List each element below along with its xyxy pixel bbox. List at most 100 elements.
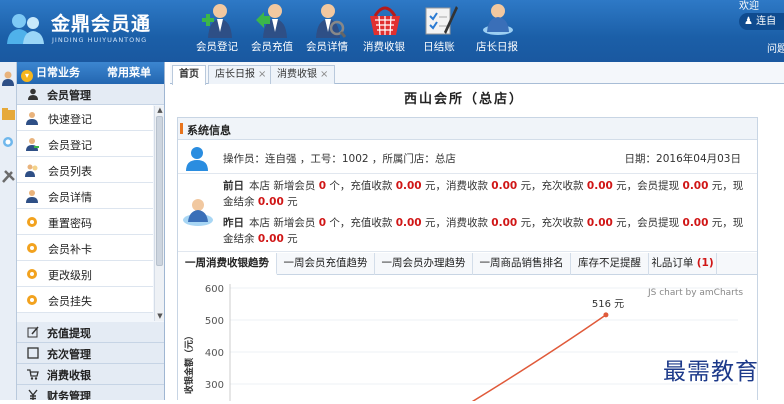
data-label: 516 元 — [592, 299, 624, 310]
yesterday-summary: 昨日 本店 新增会员 0 个，充值收款 0.00 元，消费收款 0.00 元，充次… — [223, 215, 753, 247]
menu-item-member-detail[interactable]: 会员详情 — [17, 183, 153, 209]
user-icon — [28, 88, 38, 100]
toolbar-member-register-button[interactable]: 会员登记 — [190, 2, 244, 60]
chart-tab-low-stock[interactable]: 库存不足提醒 — [571, 253, 649, 275]
chart-tab-gift-orders[interactable]: 礼品订单 (1) — [649, 253, 717, 275]
chevron-down-icon: ▾ — [21, 70, 33, 82]
y-axis-label: 收银金额（元） — [183, 331, 195, 394]
checkbox-icon — [27, 347, 39, 359]
tab-label: 首页 — [179, 69, 199, 80]
recharge-value: 0.00 — [395, 180, 422, 192]
y-tick-label: 400 — [205, 348, 224, 359]
gear-icon — [27, 243, 37, 253]
toolbar-checkout-button[interactable]: 消费收银 — [357, 2, 411, 60]
summary-text: 金结余 — [223, 196, 255, 208]
scroll-down-icon[interactable]: ▼ — [156, 312, 164, 320]
summary-text: 元，消费收款 — [424, 217, 488, 229]
menu-item-reset-password[interactable]: 重置密码 — [17, 209, 153, 235]
menu-item-label: 重置密码 — [48, 217, 92, 230]
menu-group-recharge[interactable]: 充值提现 — [17, 322, 164, 343]
user-name-badge[interactable]: ♟ 连自 — [739, 13, 784, 30]
menu-item-report-loss[interactable]: 会员挂失 — [17, 287, 153, 313]
toolbar-label: 会员详情 — [306, 41, 348, 53]
menu-group-checkout[interactable]: 消费收银 — [17, 364, 164, 385]
summary-text: 元 — [287, 233, 298, 245]
brand-name: 金鼎会员通 — [51, 13, 152, 35]
menu-item-label: 会员列表 — [48, 165, 92, 178]
user-add-icon — [26, 138, 39, 151]
menu-group-member[interactable]: 会员管理 — [17, 84, 164, 105]
menu-group-finance[interactable]: 财务管理 — [17, 385, 164, 400]
report-avatar-icon — [183, 199, 213, 226]
users-module-icon[interactable] — [1, 136, 16, 152]
menu-group-label: 会员管理 — [47, 89, 91, 102]
summary-text: 本店 新增会员 — [249, 180, 316, 192]
toolbar-label: 店长日报 — [476, 41, 518, 53]
scroll-thumb[interactable] — [156, 116, 163, 266]
menu-tab-daily[interactable]: ▾ 日常业务 — [21, 62, 80, 84]
tab-manager-report[interactable]: 店长日报 × — [208, 65, 274, 84]
summary-label: 前日 — [223, 180, 244, 192]
tab-checkout[interactable]: 消费收银 × — [270, 65, 336, 84]
menu-group-label: 充值提现 — [47, 327, 91, 340]
chart-tab-weekly-sales[interactable]: 一周消费收银趋势 — [178, 253, 277, 275]
toolbar-label: 会员充值 — [251, 41, 293, 53]
withdraw-value: 0.00 — [682, 217, 709, 229]
gear-icon — [27, 269, 37, 279]
menu-group-times[interactable]: 充次管理 — [17, 343, 164, 364]
menu-item-label: 更改级别 — [48, 269, 92, 282]
cash-value: 0.00 — [257, 196, 284, 208]
menu-item-replace-card[interactable]: 会员补卡 — [17, 235, 153, 261]
menu-item-label: 会员补卡 — [48, 243, 92, 256]
user-add-icon — [202, 4, 232, 38]
user-icon: ♟ — [744, 16, 753, 27]
tools-module-icon[interactable] — [1, 168, 16, 184]
summary-text: 元，会员提现 — [616, 217, 680, 229]
operator-row: 操作员：连自强 ，工号：1002 ，所属门店：总店 日期：2016年04月03日 — [178, 141, 757, 174]
times-value: 0.00 — [586, 217, 613, 229]
menu-tab-common[interactable]: 常用菜单 — [107, 62, 151, 84]
tab-home[interactable]: 首页 — [172, 65, 206, 85]
scroll-up-icon[interactable]: ▲ — [156, 106, 164, 114]
menu-item-member-list[interactable]: 会员列表 — [17, 157, 153, 183]
toolbar-daily-settlement-button[interactable]: 日结账 — [412, 2, 466, 60]
menu-scrollbar[interactable]: ▲ ▼ — [154, 106, 164, 321]
user-module-icon[interactable] — [1, 70, 16, 86]
menu-item-change-level[interactable]: 更改级别 — [17, 261, 153, 287]
gear-icon — [27, 217, 37, 227]
menu-item-quick-register[interactable]: 快速登记 — [17, 105, 153, 131]
chart-tab-weekly-recharge[interactable]: 一周会员充值趋势 — [277, 253, 375, 275]
times-value: 0.00 — [586, 180, 613, 192]
shopping-basket-icon — [370, 6, 400, 36]
chart-tab-product-ranking[interactable]: 一周商品销售排名 — [473, 253, 571, 275]
toolbar-label: 日结账 — [423, 41, 455, 53]
close-icon[interactable]: × — [320, 69, 328, 80]
menu-item-member-register[interactable]: 会员登记 — [17, 131, 153, 157]
summary-text: 元，充次收款 — [520, 217, 584, 229]
side-menu: ▾ 日常业务 常用菜单 会员管理 快速登记 会员登记 会员列表 会员详情 重置密码… — [17, 62, 165, 400]
toolbar-member-detail-button[interactable]: 会员详情 — [300, 2, 354, 60]
summary-text: 个，充值收款 — [329, 180, 393, 192]
close-icon[interactable]: × — [258, 69, 266, 80]
daily-summary: 前日 本店 新增会员 0 个，充值收款 0.00 元，消费收款 0.00 元，充次… — [178, 175, 757, 252]
checklist-pen-icon — [425, 6, 458, 35]
summary-text: 元，现 — [711, 180, 744, 192]
summary-text: 元 — [287, 196, 298, 208]
user-report-icon — [483, 4, 513, 35]
user-detail-icon — [316, 4, 346, 38]
help-link[interactable]: 问题 — [767, 40, 784, 55]
left-icon-strip — [0, 62, 17, 400]
toolbar-manager-report-button[interactable]: 店长日报 — [470, 2, 524, 60]
toolbar-member-recharge-button[interactable]: 会员充值 — [245, 2, 299, 60]
user-detail-icon — [26, 190, 38, 203]
folder-module-icon[interactable] — [1, 106, 16, 122]
chart-tab-weekly-register[interactable]: 一周会员办理趋势 — [375, 253, 473, 275]
operator-avatar-icon — [186, 147, 208, 171]
user-info: 欢迎 ♟ 连自 问题 — [734, 0, 784, 62]
menu-item-label: 快速登记 — [48, 113, 92, 126]
tab-label: 店长日报 — [215, 69, 255, 80]
app-header: 金鼎会员通 JINDING HUIYUANTONG 会员登记 会员充值 会员详情… — [0, 0, 784, 62]
withdraw-value: 0.00 — [682, 180, 709, 192]
toolbar-label: 消费收银 — [363, 41, 405, 53]
yen-icon — [28, 389, 38, 400]
